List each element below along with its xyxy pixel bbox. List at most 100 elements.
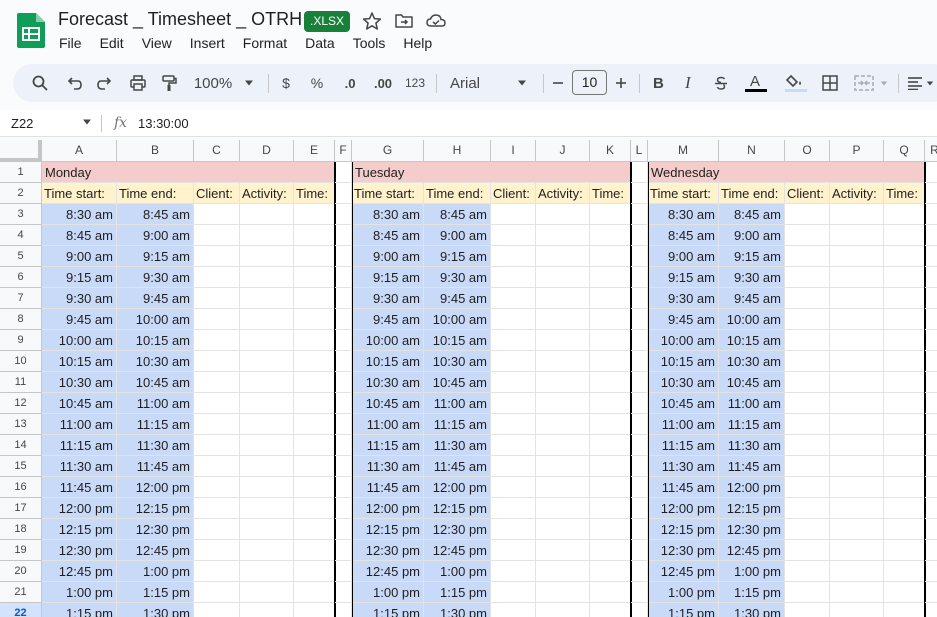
row-header-9[interactable]: 9 bbox=[0, 330, 42, 351]
empty-cell[interactable] bbox=[335, 225, 352, 246]
empty-cell[interactable] bbox=[830, 204, 884, 225]
time-start-cell[interactable]: 8:45 am bbox=[648, 225, 719, 246]
time-end-cell[interactable]: 11:45 am bbox=[719, 456, 785, 477]
increase-font-size-button[interactable] bbox=[612, 64, 630, 102]
empty-cell[interactable] bbox=[830, 582, 884, 603]
empty-cell[interactable] bbox=[785, 414, 830, 435]
font-size-input[interactable]: 10 bbox=[572, 70, 607, 95]
menu-view[interactable]: View bbox=[133, 33, 181, 53]
empty-cell[interactable] bbox=[884, 351, 925, 372]
empty-cell[interactable] bbox=[590, 204, 631, 225]
empty-cell[interactable] bbox=[194, 372, 240, 393]
empty-cell[interactable] bbox=[925, 456, 937, 477]
empty-cell[interactable] bbox=[925, 267, 937, 288]
empty-cell[interactable] bbox=[590, 225, 631, 246]
empty-cell[interactable] bbox=[294, 225, 335, 246]
empty-cell[interactable] bbox=[884, 372, 925, 393]
time-end-cell[interactable]: 1:15 pm bbox=[117, 582, 194, 603]
empty-cell[interactable] bbox=[491, 225, 536, 246]
day-title-cell[interactable]: Tuesday bbox=[352, 162, 631, 183]
time-end-cell[interactable]: 1:30 pm bbox=[719, 603, 785, 617]
empty-cell[interactable] bbox=[785, 456, 830, 477]
empty-cell[interactable] bbox=[491, 414, 536, 435]
empty-cell[interactable] bbox=[631, 498, 648, 519]
empty-cell[interactable] bbox=[536, 498, 590, 519]
empty-cell[interactable] bbox=[590, 330, 631, 351]
empty-cell[interactable] bbox=[830, 519, 884, 540]
row-header-19[interactable]: 19 bbox=[0, 540, 42, 561]
time-start-cell[interactable]: 11:45 am bbox=[648, 477, 719, 498]
empty-cell[interactable] bbox=[830, 477, 884, 498]
empty-cell[interactable] bbox=[536, 603, 590, 617]
menu-file[interactable]: File bbox=[50, 33, 91, 53]
time-start-cell[interactable]: 10:30 am bbox=[352, 372, 424, 393]
time-start-cell[interactable]: 11:15 am bbox=[352, 435, 424, 456]
empty-cell[interactable] bbox=[884, 540, 925, 561]
row-header-21[interactable]: 21 bbox=[0, 582, 42, 603]
empty-cell[interactable] bbox=[194, 435, 240, 456]
time-start-cell[interactable]: 12:00 pm bbox=[42, 498, 117, 519]
empty-cell[interactable] bbox=[536, 225, 590, 246]
empty-cell[interactable] bbox=[335, 414, 352, 435]
empty-cell[interactable] bbox=[925, 246, 937, 267]
time-end-cell[interactable]: 8:45 am bbox=[719, 204, 785, 225]
time-start-cell[interactable]: 11:00 am bbox=[648, 414, 719, 435]
time-end-cell[interactable]: 11:30 am bbox=[719, 435, 785, 456]
document-title[interactable]: Forecast _ Timesheet _ OTRH bbox=[58, 9, 302, 30]
empty-cell[interactable] bbox=[925, 540, 937, 561]
empty-cell[interactable] bbox=[294, 603, 335, 617]
empty-cell[interactable] bbox=[194, 519, 240, 540]
time-end-cell[interactable]: 11:15 am bbox=[424, 414, 491, 435]
empty-cell[interactable] bbox=[925, 477, 937, 498]
empty-cell[interactable] bbox=[240, 204, 294, 225]
empty-cell[interactable] bbox=[194, 456, 240, 477]
time-start-cell[interactable]: 10:45 am bbox=[648, 393, 719, 414]
time-start-cell[interactable]: 9:15 am bbox=[648, 267, 719, 288]
empty-cell[interactable] bbox=[240, 603, 294, 617]
empty-cell[interactable] bbox=[884, 330, 925, 351]
move-folder-icon[interactable] bbox=[393, 11, 415, 31]
empty-cell[interactable] bbox=[536, 204, 590, 225]
column-header-a[interactable]: A bbox=[42, 140, 117, 162]
empty-cell[interactable] bbox=[335, 519, 352, 540]
time-start-cell[interactable]: 8:30 am bbox=[42, 204, 117, 225]
empty-cell[interactable] bbox=[590, 435, 631, 456]
empty-cell[interactable] bbox=[631, 519, 648, 540]
empty-cell[interactable] bbox=[294, 435, 335, 456]
time-start-cell[interactable]: 10:30 am bbox=[42, 372, 117, 393]
time-start-cell[interactable]: 8:30 am bbox=[352, 204, 424, 225]
row-header-1[interactable]: 1 bbox=[0, 162, 42, 183]
time-end-cell[interactable]: 1:15 pm bbox=[424, 582, 491, 603]
empty-cell[interactable] bbox=[240, 414, 294, 435]
empty-cell[interactable] bbox=[335, 204, 352, 225]
empty-cell[interactable] bbox=[785, 372, 830, 393]
horizontal-align-button[interactable] bbox=[903, 64, 937, 102]
empty-cell[interactable] bbox=[631, 204, 648, 225]
empty-cell[interactable] bbox=[785, 393, 830, 414]
column-label-cell[interactable]: Time end: bbox=[719, 183, 785, 204]
empty-cell[interactable] bbox=[785, 246, 830, 267]
empty-cell[interactable] bbox=[491, 351, 536, 372]
empty-cell[interactable] bbox=[631, 246, 648, 267]
empty-cell[interactable] bbox=[590, 498, 631, 519]
time-start-cell[interactable]: 8:45 am bbox=[42, 225, 117, 246]
empty-cell[interactable] bbox=[830, 540, 884, 561]
time-end-cell[interactable]: 12:15 pm bbox=[424, 498, 491, 519]
empty-cell[interactable] bbox=[631, 267, 648, 288]
time-end-cell[interactable]: 1:00 pm bbox=[424, 561, 491, 582]
italic-button[interactable]: I bbox=[678, 64, 700, 102]
empty-cell[interactable] bbox=[491, 372, 536, 393]
row-header-2[interactable]: 2 bbox=[0, 183, 42, 204]
empty-cell[interactable] bbox=[631, 603, 648, 617]
empty-cell[interactable] bbox=[294, 540, 335, 561]
time-start-cell[interactable]: 11:30 am bbox=[648, 456, 719, 477]
time-start-cell[interactable]: 10:15 am bbox=[648, 351, 719, 372]
empty-cell[interactable] bbox=[785, 225, 830, 246]
empty-cell[interactable] bbox=[491, 540, 536, 561]
empty-cell[interactable] bbox=[194, 582, 240, 603]
empty-cell[interactable] bbox=[785, 519, 830, 540]
column-label-cell[interactable]: Time: bbox=[294, 183, 335, 204]
empty-cell[interactable] bbox=[240, 582, 294, 603]
paint-format-button[interactable] bbox=[156, 64, 182, 102]
empty-cell[interactable] bbox=[335, 498, 352, 519]
